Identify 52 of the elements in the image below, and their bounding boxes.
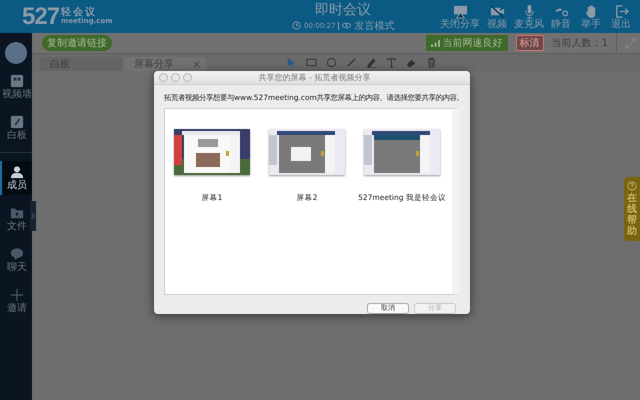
speaking-mode: 发言模式	[354, 20, 394, 32]
close-window-button[interactable]	[159, 73, 168, 82]
marker-tool-icon[interactable]	[366, 57, 377, 68]
person-icon	[10, 166, 24, 178]
screen-share-icon	[453, 5, 467, 18]
grid-icon	[10, 74, 24, 88]
fullscreen-icon[interactable]	[625, 38, 636, 48]
chevron-right-icon	[31, 212, 35, 220]
exit-icon	[616, 4, 628, 18]
sidebar-item[interactable]: 视频墙	[0, 70, 32, 104]
avatar	[5, 42, 27, 64]
video-off-icon	[490, 4, 504, 18]
trash-tool-icon[interactable]	[426, 57, 437, 68]
pen-tool-icon[interactable]	[346, 57, 357, 68]
logo-name: 轻会议	[61, 8, 98, 18]
signal-icon	[430, 40, 440, 46]
toolbar-button[interactable]: 关闭分享	[438, 4, 482, 30]
sidebar-item[interactable]: 白板	[0, 111, 32, 145]
eye-icon	[342, 21, 352, 30]
close-icon[interactable]	[193, 60, 200, 68]
text-tool-icon[interactable]	[386, 57, 397, 68]
toolbar-button[interactable]: 麦克风	[512, 4, 546, 30]
eraser-tool-icon[interactable]	[406, 57, 417, 68]
sidebar-item[interactable]: 聊天	[0, 243, 32, 277]
pointer-tool-icon[interactable]	[286, 57, 297, 68]
whiteboard-icon	[10, 116, 24, 128]
toolbar-button[interactable]: 视频	[482, 4, 512, 30]
hand-icon	[585, 4, 595, 18]
minimize-window-button[interactable]	[171, 73, 180, 82]
logo-number: 527	[22, 2, 60, 30]
plus-icon	[10, 288, 24, 302]
network-label: 当前网速良好	[442, 36, 503, 50]
quality-button[interactable]: 标清	[516, 35, 544, 51]
sidebar-item[interactable]: 邀请	[0, 284, 32, 318]
help-icon	[627, 181, 637, 191]
rect-tool-icon[interactable]	[306, 57, 317, 68]
toolbar-button[interactable]: 退出	[606, 4, 636, 30]
dialog-title: 共享您的屏幕 - 拓荒者视频分享	[258, 72, 372, 84]
microphone-icon	[524, 4, 534, 18]
chat-icon	[10, 248, 24, 260]
sidebar-item[interactable]: 成员	[0, 161, 32, 195]
circle-tool-icon[interactable]	[326, 57, 337, 68]
clock-icon	[292, 21, 301, 30]
collapse-handle[interactable]	[30, 201, 36, 231]
meeting-title: 即时会议	[315, 0, 372, 18]
toolbar-button[interactable]: 举手	[576, 4, 606, 30]
sidebar-item[interactable]: 文件	[0, 202, 32, 236]
zoom-window-button[interactable]	[183, 73, 192, 82]
copy-invite-link-button[interactable]: 复制邀请链接	[42, 35, 112, 51]
folder-icon	[10, 208, 24, 218]
toolbar-button[interactable]: 静音	[546, 4, 576, 30]
online-help-tab[interactable]: 在线帮助	[624, 177, 640, 241]
